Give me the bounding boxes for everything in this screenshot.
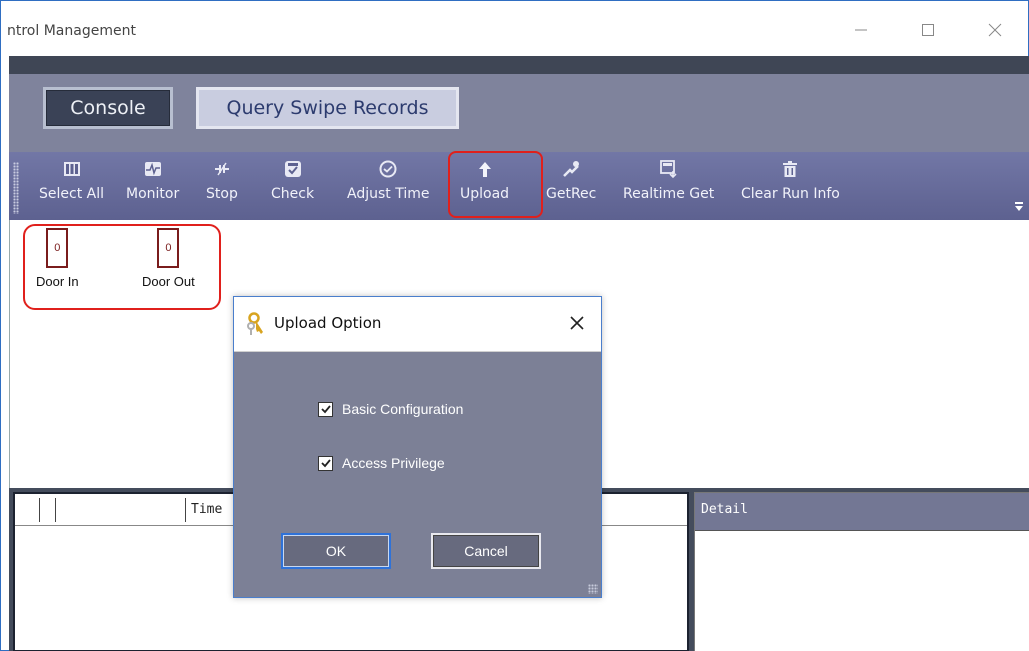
tab-console[interactable]: Console xyxy=(43,87,173,129)
clock-icon xyxy=(377,158,399,180)
close-icon xyxy=(570,316,584,330)
close-icon xyxy=(988,23,1002,37)
basic-configuration-option[interactable]: Basic Configuration xyxy=(318,401,463,417)
resize-grip[interactable] xyxy=(588,584,598,594)
dialog-title: Upload Option xyxy=(274,314,382,332)
checkmark-icon xyxy=(320,405,331,414)
app-window: ntrol Management Console Query Swipe Rec… xyxy=(0,0,1029,651)
realtime-get-button[interactable]: Realtime Get xyxy=(623,158,714,202)
upload-option-dialog: Upload Option Basic Configuration Access… xyxy=(233,296,602,598)
minimize-icon xyxy=(855,29,867,31)
upload-highlight xyxy=(448,151,543,218)
column-divider[interactable] xyxy=(55,498,56,522)
column-header-time[interactable]: Time xyxy=(191,502,222,517)
trash-icon xyxy=(779,158,801,180)
clear-run-info-label: Clear Run Info xyxy=(741,186,840,202)
getrec-label: GetRec xyxy=(546,186,597,202)
cancel-button[interactable]: Cancel xyxy=(431,533,541,569)
basic-configuration-checkbox[interactable] xyxy=(318,401,333,417)
select-all-label: Select All xyxy=(39,186,104,202)
keys-icon xyxy=(247,312,263,335)
header-strip xyxy=(9,56,1029,74)
column-divider[interactable] xyxy=(39,498,40,522)
check-icon xyxy=(282,158,304,180)
doors-highlight xyxy=(23,224,221,310)
stop-icon xyxy=(211,158,233,180)
basic-configuration-label: Basic Configuration xyxy=(342,401,464,417)
select-all-button[interactable]: Select All xyxy=(39,158,104,202)
minimize-button[interactable] xyxy=(839,15,883,45)
stop-label: Stop xyxy=(206,186,238,202)
checkmark-icon xyxy=(320,459,331,468)
ok-button[interactable]: OK xyxy=(281,533,391,569)
dialog-title-bar: Upload Option xyxy=(234,297,601,352)
check-button[interactable]: Check xyxy=(271,158,314,202)
monitor-icon xyxy=(142,158,164,180)
getrec-button[interactable]: GetRec xyxy=(546,158,596,202)
column-divider[interactable] xyxy=(185,498,186,522)
dialog-close-button[interactable] xyxy=(564,310,590,336)
adjust-time-button[interactable]: Adjust Time xyxy=(347,158,429,202)
maximize-icon xyxy=(922,24,934,36)
clear-run-info-button[interactable]: Clear Run Info xyxy=(741,158,840,202)
detail-header: Detail xyxy=(695,493,1029,531)
tab-bar: Console Query Swipe Records xyxy=(9,74,1029,152)
tab-query-swipe-records[interactable]: Query Swipe Records xyxy=(196,87,459,129)
select-all-icon xyxy=(61,158,83,180)
toolbar-grip[interactable] xyxy=(13,162,19,214)
stop-button[interactable]: Stop xyxy=(206,158,238,202)
access-privilege-option[interactable]: Access Privilege xyxy=(318,455,445,471)
access-privilege-label: Access Privilege xyxy=(342,455,445,471)
detail-header-label: Detail xyxy=(701,502,748,517)
realtime-get-icon xyxy=(658,158,680,180)
adjust-time-label: Adjust Time xyxy=(347,186,430,202)
access-privilege-checkbox[interactable] xyxy=(318,455,333,471)
monitor-label: Monitor xyxy=(126,186,180,202)
window-title: ntrol Management xyxy=(7,23,136,39)
title-bar: ntrol Management xyxy=(1,1,1028,56)
maximize-button[interactable] xyxy=(906,15,950,45)
toolbar-overflow-icon[interactable] xyxy=(1015,202,1023,212)
monitor-button[interactable]: Monitor xyxy=(126,158,179,202)
check-label: Check xyxy=(271,186,315,202)
close-window-button[interactable] xyxy=(973,15,1017,45)
get-records-icon xyxy=(560,158,582,180)
detail-panel[interactable]: Detail xyxy=(694,492,1029,651)
realtime-get-label: Realtime Get xyxy=(623,186,715,202)
